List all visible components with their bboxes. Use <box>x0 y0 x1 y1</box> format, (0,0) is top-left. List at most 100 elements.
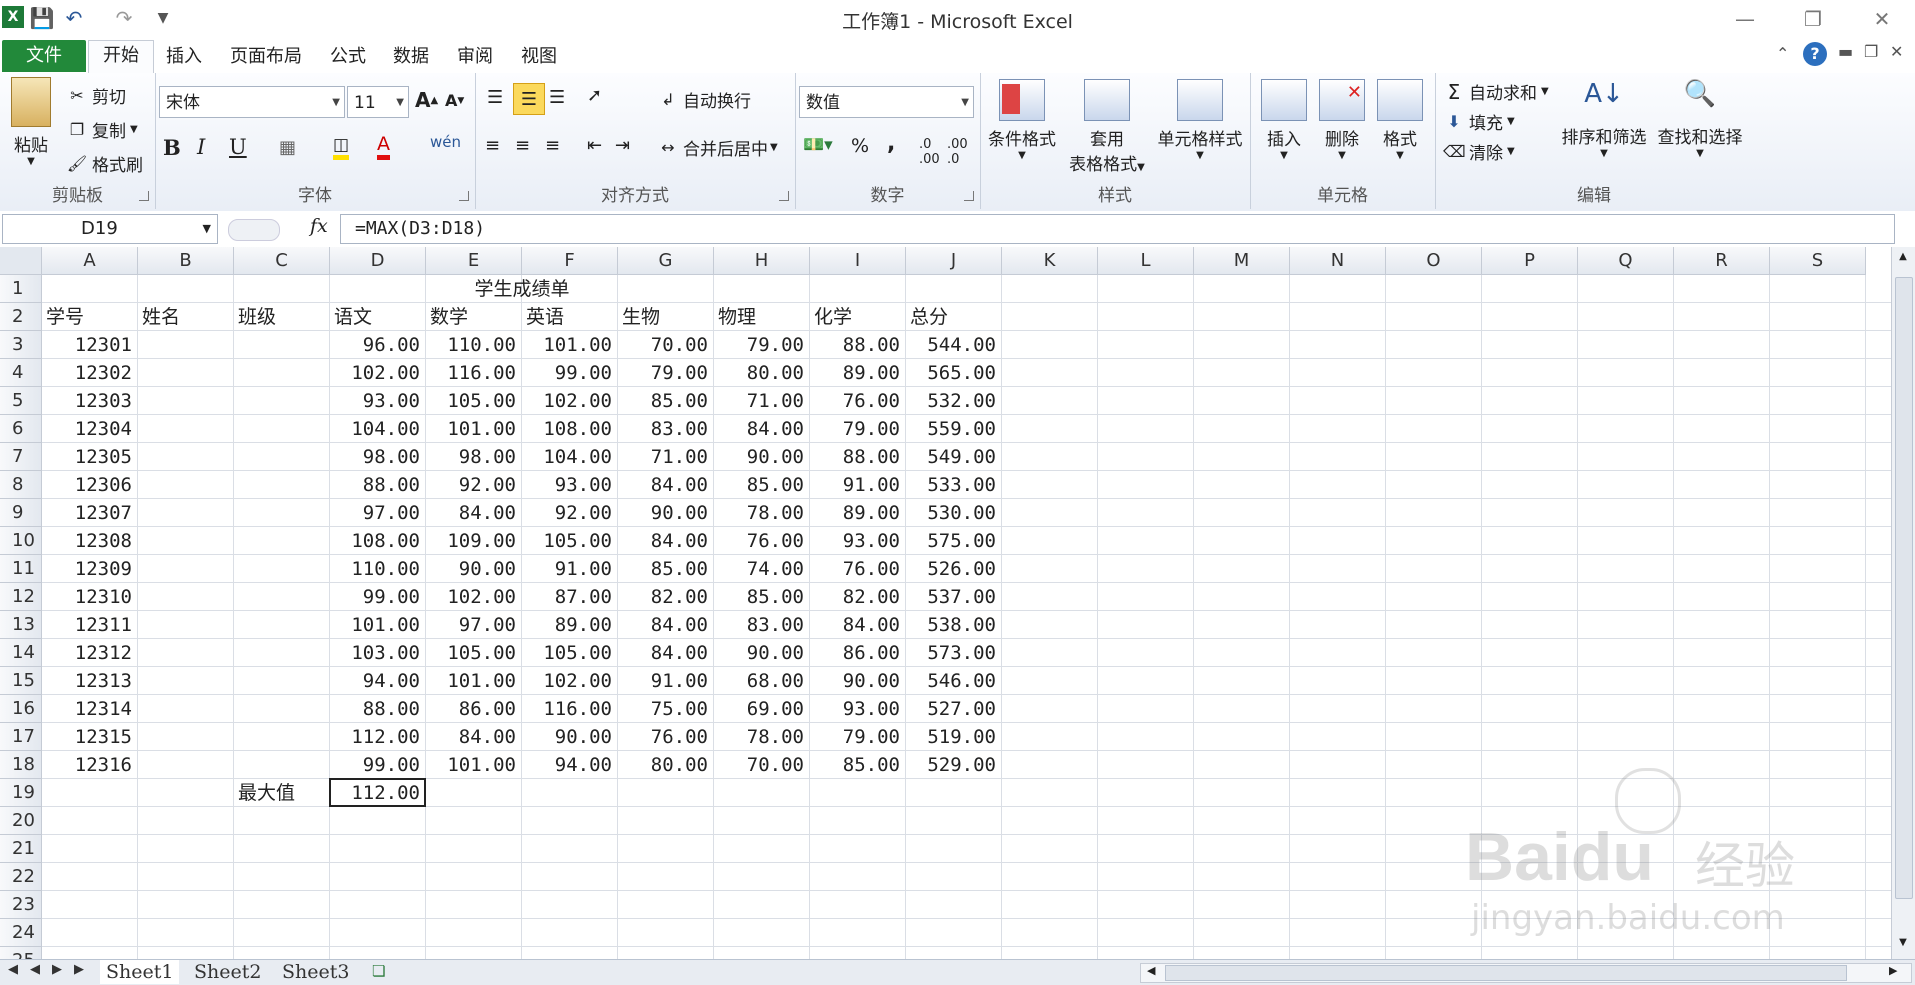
column-header[interactable]: A <box>42 247 138 275</box>
format-as-table-button[interactable]: 套用 表格格式▼ <box>1064 79 1150 175</box>
data-cell[interactable]: 530.00 <box>906 499 1002 527</box>
data-cell[interactable]: 71.00 <box>714 387 810 415</box>
row-header[interactable]: 1 <box>0 275 42 303</box>
data-cell[interactable]: 76.00 <box>714 527 810 555</box>
align-top-icon[interactable]: ☰ <box>487 87 503 108</box>
column-header[interactable]: J <box>906 247 1002 275</box>
data-cell[interactable]: 97.00 <box>330 499 426 527</box>
data-cell[interactable]: 79.00 <box>714 331 810 359</box>
column-header[interactable]: N <box>1290 247 1386 275</box>
horizontal-scroll-thumb[interactable] <box>1165 965 1847 981</box>
number-launcher-icon[interactable] <box>964 191 974 201</box>
data-cell[interactable]: 68.00 <box>714 667 810 695</box>
row-header[interactable]: 14 <box>0 639 42 667</box>
decrease-indent-icon[interactable]: ⇤ <box>587 135 602 156</box>
sheet-tab-3[interactable]: Sheet3 <box>276 960 355 984</box>
data-cell[interactable]: 86.00 <box>810 639 906 667</box>
data-cell[interactable]: 12313 <box>42 667 138 695</box>
data-cell[interactable]: 89.00 <box>810 359 906 387</box>
data-cell[interactable]: 76.00 <box>618 723 714 751</box>
wb-restore-icon[interactable]: ❐ <box>1864 42 1878 61</box>
data-cell[interactable]: 90.00 <box>714 443 810 471</box>
data-cell[interactable]: 85.00 <box>714 471 810 499</box>
data-cell[interactable]: 91.00 <box>810 471 906 499</box>
data-cell[interactable]: 84.00 <box>618 611 714 639</box>
data-cell[interactable]: 76.00 <box>810 555 906 583</box>
copy-button[interactable]: ❐ 复制 ▼ <box>66 117 138 143</box>
wb-close-icon[interactable]: ✕ <box>1890 42 1903 61</box>
column-header[interactable]: P <box>1482 247 1578 275</box>
data-cell[interactable]: 12301 <box>42 331 138 359</box>
tab-view[interactable]: 视图 <box>516 42 562 72</box>
wb-minimize-icon[interactable]: ▬ <box>1838 42 1853 61</box>
data-cell[interactable]: 97.00 <box>426 611 522 639</box>
header-cell[interactable]: 数学 <box>426 303 522 331</box>
data-cell[interactable]: 105.00 <box>426 387 522 415</box>
data-cell[interactable]: 70.00 <box>714 751 810 779</box>
header-cell[interactable]: 化学 <box>810 303 906 331</box>
data-cell[interactable]: 79.00 <box>810 723 906 751</box>
tab-review[interactable]: 审阅 <box>452 42 498 72</box>
row-header[interactable]: 12 <box>0 583 42 611</box>
data-cell[interactable]: 533.00 <box>906 471 1002 499</box>
header-cell[interactable]: 学号 <box>42 303 138 331</box>
font-name-select[interactable]: 宋体 ▼ <box>159 86 345 118</box>
data-cell[interactable]: 85.00 <box>810 751 906 779</box>
data-cell[interactable]: 105.00 <box>522 639 618 667</box>
row-header[interactable]: 6 <box>0 415 42 443</box>
data-cell[interactable]: 116.00 <box>522 695 618 723</box>
data-cell[interactable]: 94.00 <box>330 667 426 695</box>
row-header[interactable]: 24 <box>0 919 42 947</box>
header-cell[interactable]: 英语 <box>522 303 618 331</box>
data-cell[interactable]: 75.00 <box>618 695 714 723</box>
data-cell[interactable]: 12311 <box>42 611 138 639</box>
data-cell[interactable]: 89.00 <box>810 499 906 527</box>
tab-page-layout[interactable]: 页面布局 <box>225 42 307 72</box>
data-cell[interactable]: 85.00 <box>618 555 714 583</box>
row-header[interactable]: 3 <box>0 331 42 359</box>
bold-button[interactable]: B <box>163 135 181 160</box>
minimize-icon[interactable]: — <box>1725 6 1765 32</box>
data-cell[interactable]: 92.00 <box>522 499 618 527</box>
insert-cells-button[interactable]: 插入 ▼ <box>1256 79 1312 161</box>
data-cell[interactable]: 110.00 <box>330 555 426 583</box>
header-cell[interactable]: 班级 <box>234 303 330 331</box>
data-cell[interactable]: 105.00 <box>522 527 618 555</box>
sheet-tab-1[interactable]: Sheet1 <box>100 960 180 984</box>
align-left-icon[interactable]: ≡ <box>485 135 500 156</box>
row-header[interactable]: 10 <box>0 527 42 555</box>
data-cell[interactable]: 93.00 <box>330 387 426 415</box>
column-header[interactable]: M <box>1194 247 1290 275</box>
italic-button[interactable]: I <box>197 135 205 159</box>
fill-button[interactable]: ⬇ 填充 ▼ <box>1443 109 1514 135</box>
active-cell-selection[interactable] <box>329 778 426 807</box>
column-header[interactable]: O <box>1386 247 1482 275</box>
column-header[interactable]: L <box>1098 247 1194 275</box>
format-painter-button[interactable]: 🖌 格式刷 <box>66 151 143 177</box>
data-cell[interactable]: 84.00 <box>618 471 714 499</box>
data-cell[interactable]: 70.00 <box>618 331 714 359</box>
data-cell[interactable]: 82.00 <box>618 583 714 611</box>
fill-color-icon[interactable]: ◫ <box>333 135 350 160</box>
sort-filter-button[interactable]: A↓ 排序和筛选 ▼ <box>1557 79 1651 159</box>
data-cell[interactable]: 12307 <box>42 499 138 527</box>
row-header[interactable]: 19 <box>0 779 42 807</box>
clipboard-launcher-icon[interactable] <box>139 191 149 201</box>
data-cell[interactable]: 91.00 <box>522 555 618 583</box>
row-header[interactable]: 16 <box>0 695 42 723</box>
data-cell[interactable]: 89.00 <box>522 611 618 639</box>
data-cell[interactable]: 519.00 <box>906 723 1002 751</box>
sheet-nav-icon[interactable]: ◀◀▶▶ <box>8 962 96 977</box>
row-header[interactable]: 8 <box>0 471 42 499</box>
vertical-scroll-thumb[interactable] <box>1895 277 1913 899</box>
percent-button[interactable]: % <box>851 135 869 157</box>
data-cell[interactable]: 544.00 <box>906 331 1002 359</box>
align-right-icon[interactable]: ≡ <box>545 135 560 156</box>
cell-styles-button[interactable]: 单元格样式 ▼ <box>1152 79 1248 161</box>
format-cells-button[interactable]: 格式 ▼ <box>1372 79 1428 161</box>
data-cell[interactable]: 108.00 <box>522 415 618 443</box>
data-cell[interactable]: 98.00 <box>330 443 426 471</box>
alignment-launcher-icon[interactable] <box>779 191 789 201</box>
data-cell[interactable]: 102.00 <box>330 359 426 387</box>
insert-function-icon[interactable]: fx <box>310 215 328 237</box>
